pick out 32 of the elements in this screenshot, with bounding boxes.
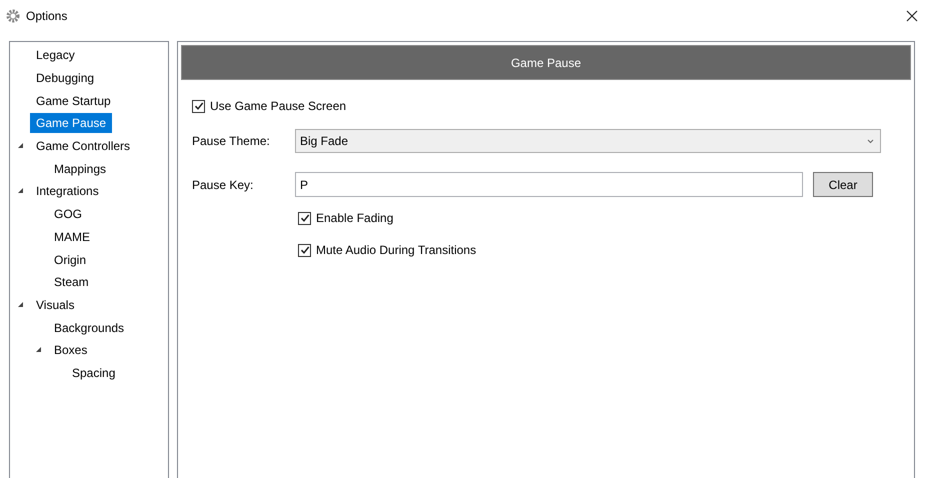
tree-item[interactable]: Mappings — [48, 158, 112, 179]
tree-item[interactable]: MAME — [48, 226, 96, 247]
gear-icon — [6, 8, 20, 22]
tree-item[interactable]: Integrations — [30, 181, 105, 202]
field-label: Pause Theme: — [192, 134, 271, 148]
checkbox-label: Enable Fading — [316, 211, 394, 225]
clear-button[interactable]: Clear — [813, 172, 873, 197]
tree-item[interactable]: Backgrounds — [48, 318, 130, 338]
tree-item[interactable]: Game Controllers — [30, 136, 136, 156]
close-icon[interactable] — [906, 10, 918, 22]
tree-item[interactable]: Spacing — [66, 362, 122, 383]
tree-item[interactable]: Game Startup — [30, 90, 117, 111]
tree-item[interactable]: Legacy — [30, 45, 81, 66]
panel-title: Game Pause — [510, 56, 582, 70]
tree-item[interactable]: GOG — [48, 204, 88, 224]
tree-item[interactable]: Steam — [48, 272, 95, 292]
window-title: Options — [26, 8, 68, 22]
tree-item[interactable]: Game Pause — [30, 113, 112, 134]
tree-item[interactable]: Debugging — [30, 68, 100, 88]
tree-item[interactable]: Visuals — [30, 294, 80, 315]
checkbox[interactable] — [298, 212, 311, 224]
tree-item[interactable]: Origin — [48, 250, 92, 270]
checkbox[interactable] — [192, 100, 205, 112]
chevron-down-icon — [867, 138, 874, 144]
input-field[interactable]: P — [295, 172, 803, 197]
checkbox[interactable] — [298, 244, 311, 256]
field-label: Pause Key: — [192, 178, 254, 192]
checkbox-label: Use Game Pause Screen — [210, 99, 346, 113]
tree-item[interactable]: Boxes — [48, 340, 94, 360]
collapse-triangle-icon[interactable] — [16, 300, 26, 310]
checkbox-label: Mute Audio During Transitions — [316, 243, 476, 257]
theme-dropdown[interactable]: Big Fade — [295, 129, 881, 153]
